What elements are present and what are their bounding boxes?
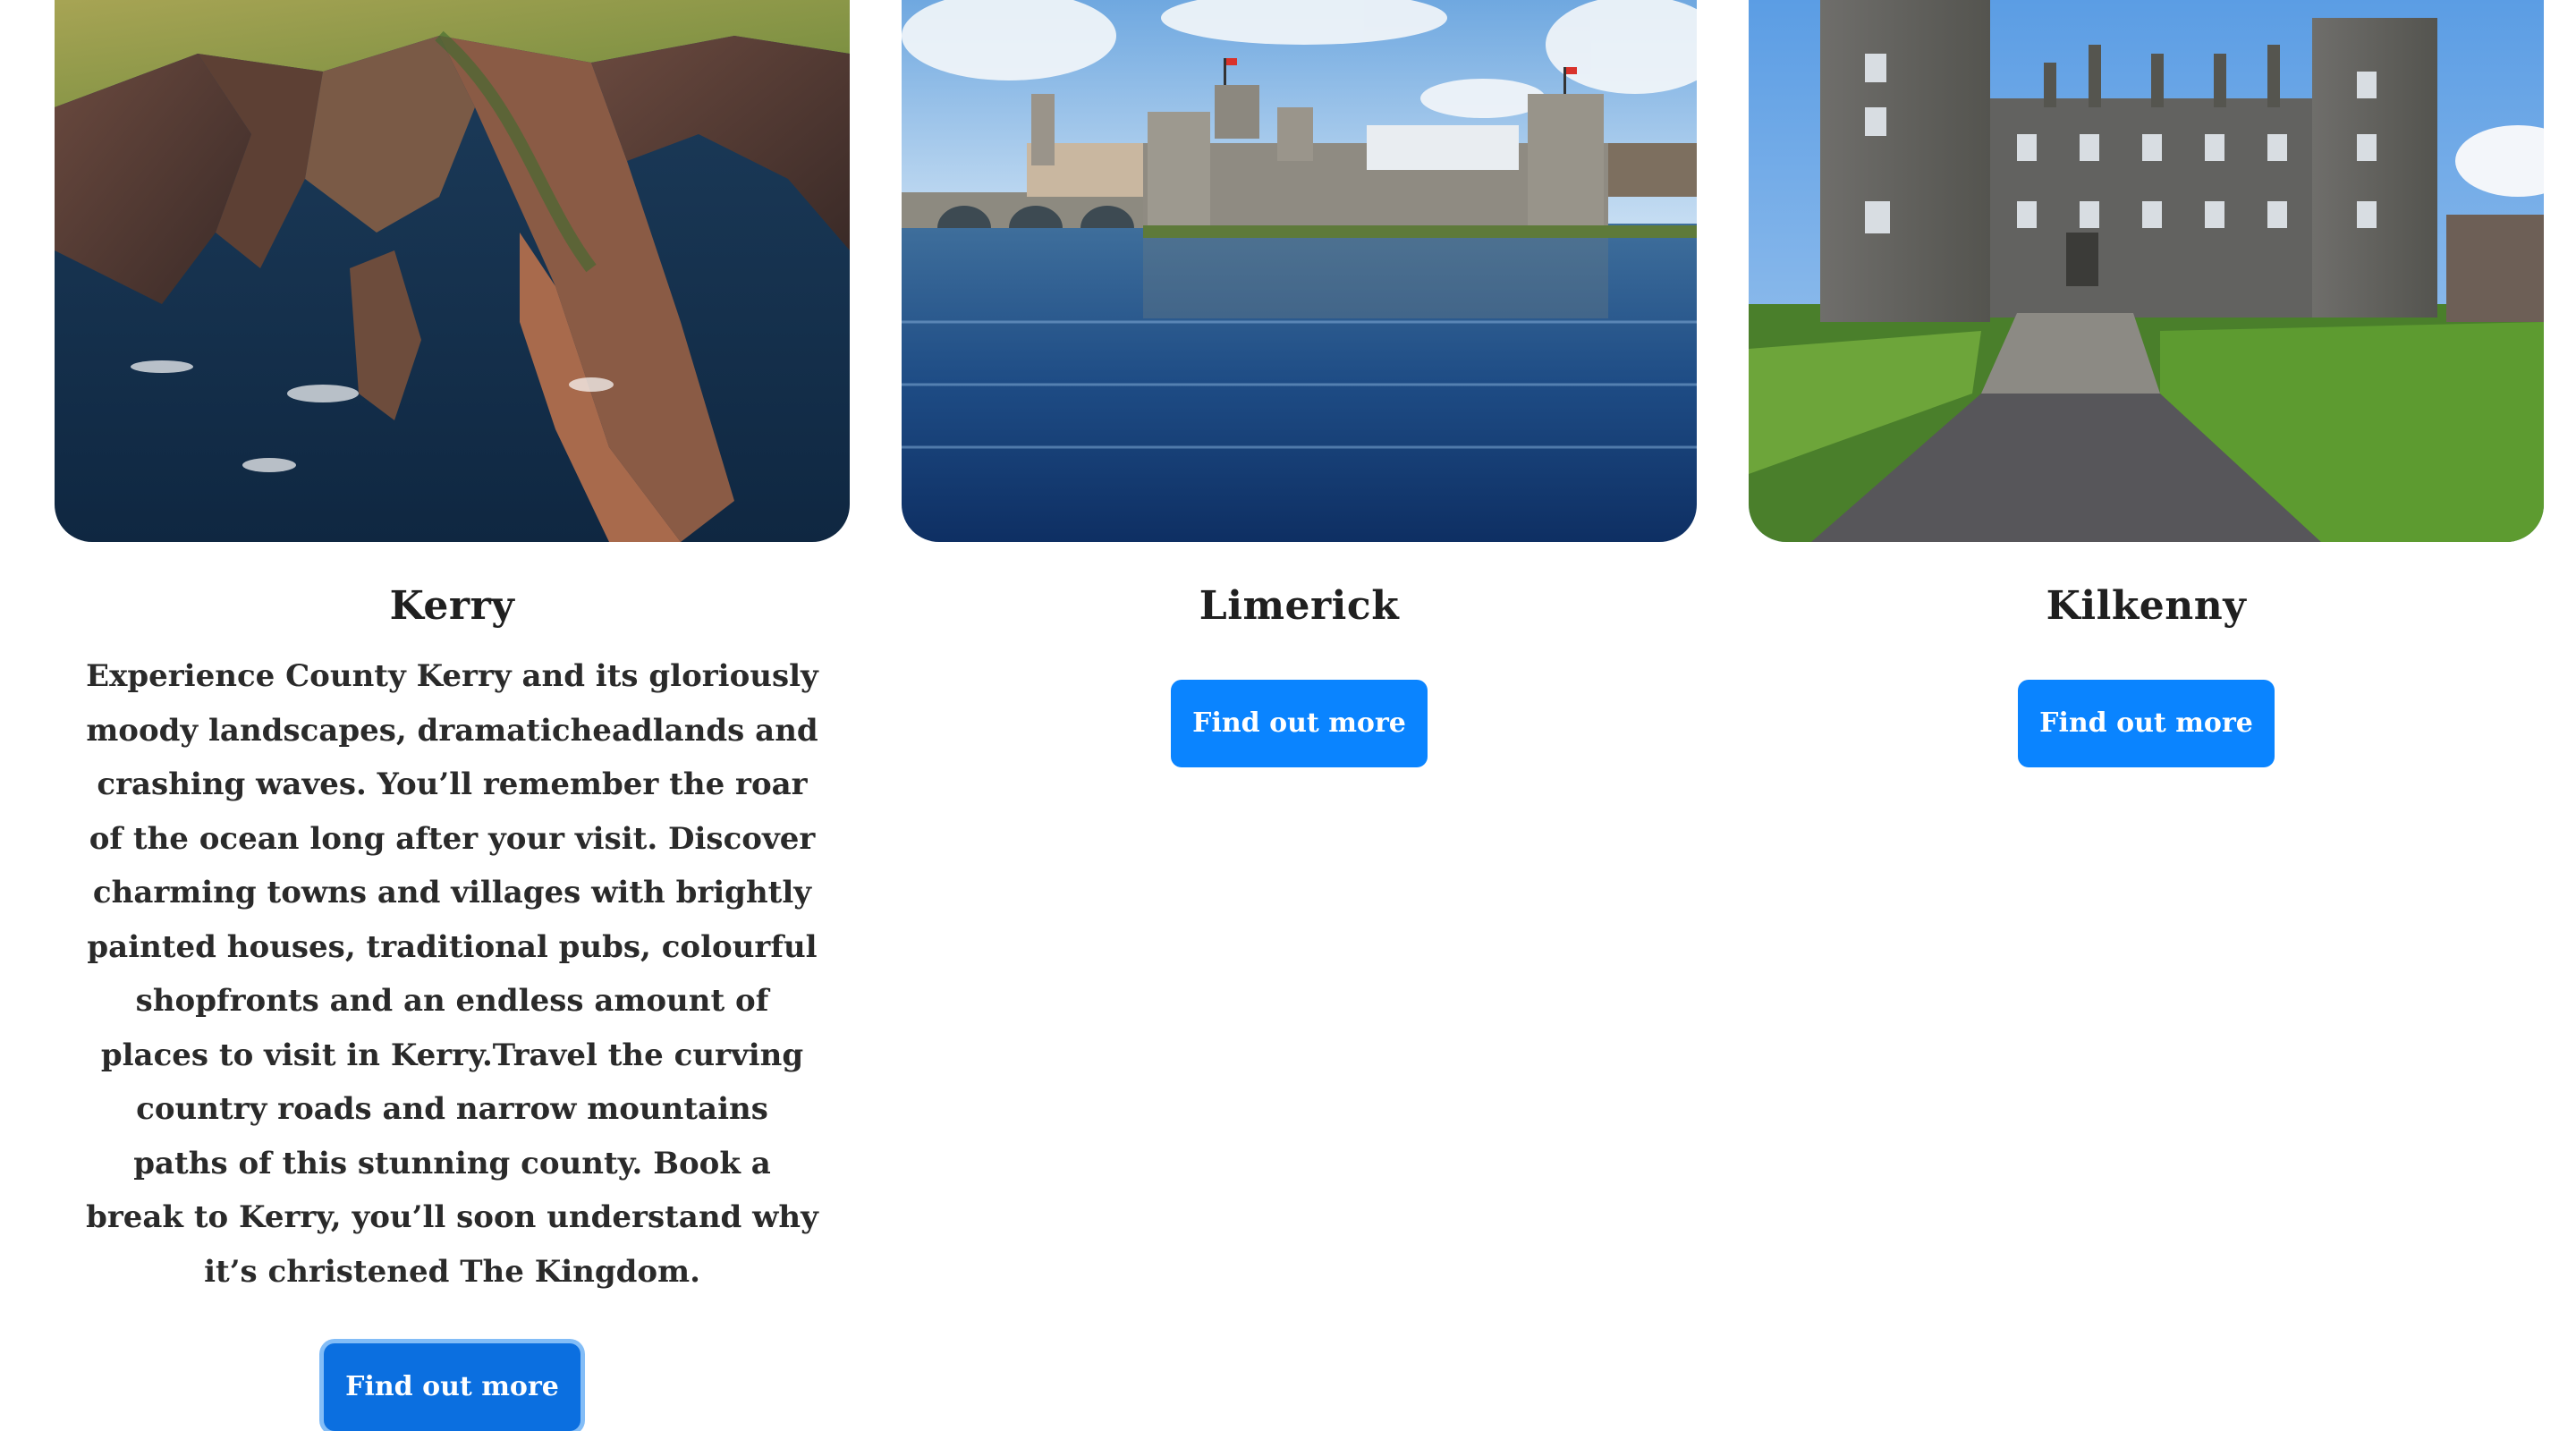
find-out-more-button[interactable]: Find out more bbox=[324, 1343, 580, 1431]
card-title: Kilkenny bbox=[2046, 583, 2247, 629]
card-title: Kerry bbox=[389, 583, 515, 629]
card-kerry: Kerry Experience County Kerry and its gl… bbox=[55, 0, 850, 1431]
county-card-grid: Kerry Experience County Kerry and its gl… bbox=[0, 0, 2576, 1431]
card-kilkenny: Kilkenny Find out more bbox=[1749, 0, 2544, 767]
kerry-cliffs-image bbox=[55, 0, 850, 542]
card-image bbox=[1749, 0, 2544, 542]
find-out-more-button[interactable]: Find out more bbox=[2018, 680, 2275, 767]
kilkenny-castle-image bbox=[1749, 0, 2544, 542]
card-limerick: Limerick Find out more bbox=[902, 0, 1697, 767]
card-image bbox=[55, 0, 850, 542]
card-image bbox=[902, 0, 1697, 542]
card-description: Experience County Kerry and its glorious… bbox=[86, 658, 818, 1290]
find-out-more-button[interactable]: Find out more bbox=[1171, 680, 1428, 767]
limerick-castle-image bbox=[902, 0, 1697, 542]
card-title: Limerick bbox=[1199, 583, 1400, 629]
